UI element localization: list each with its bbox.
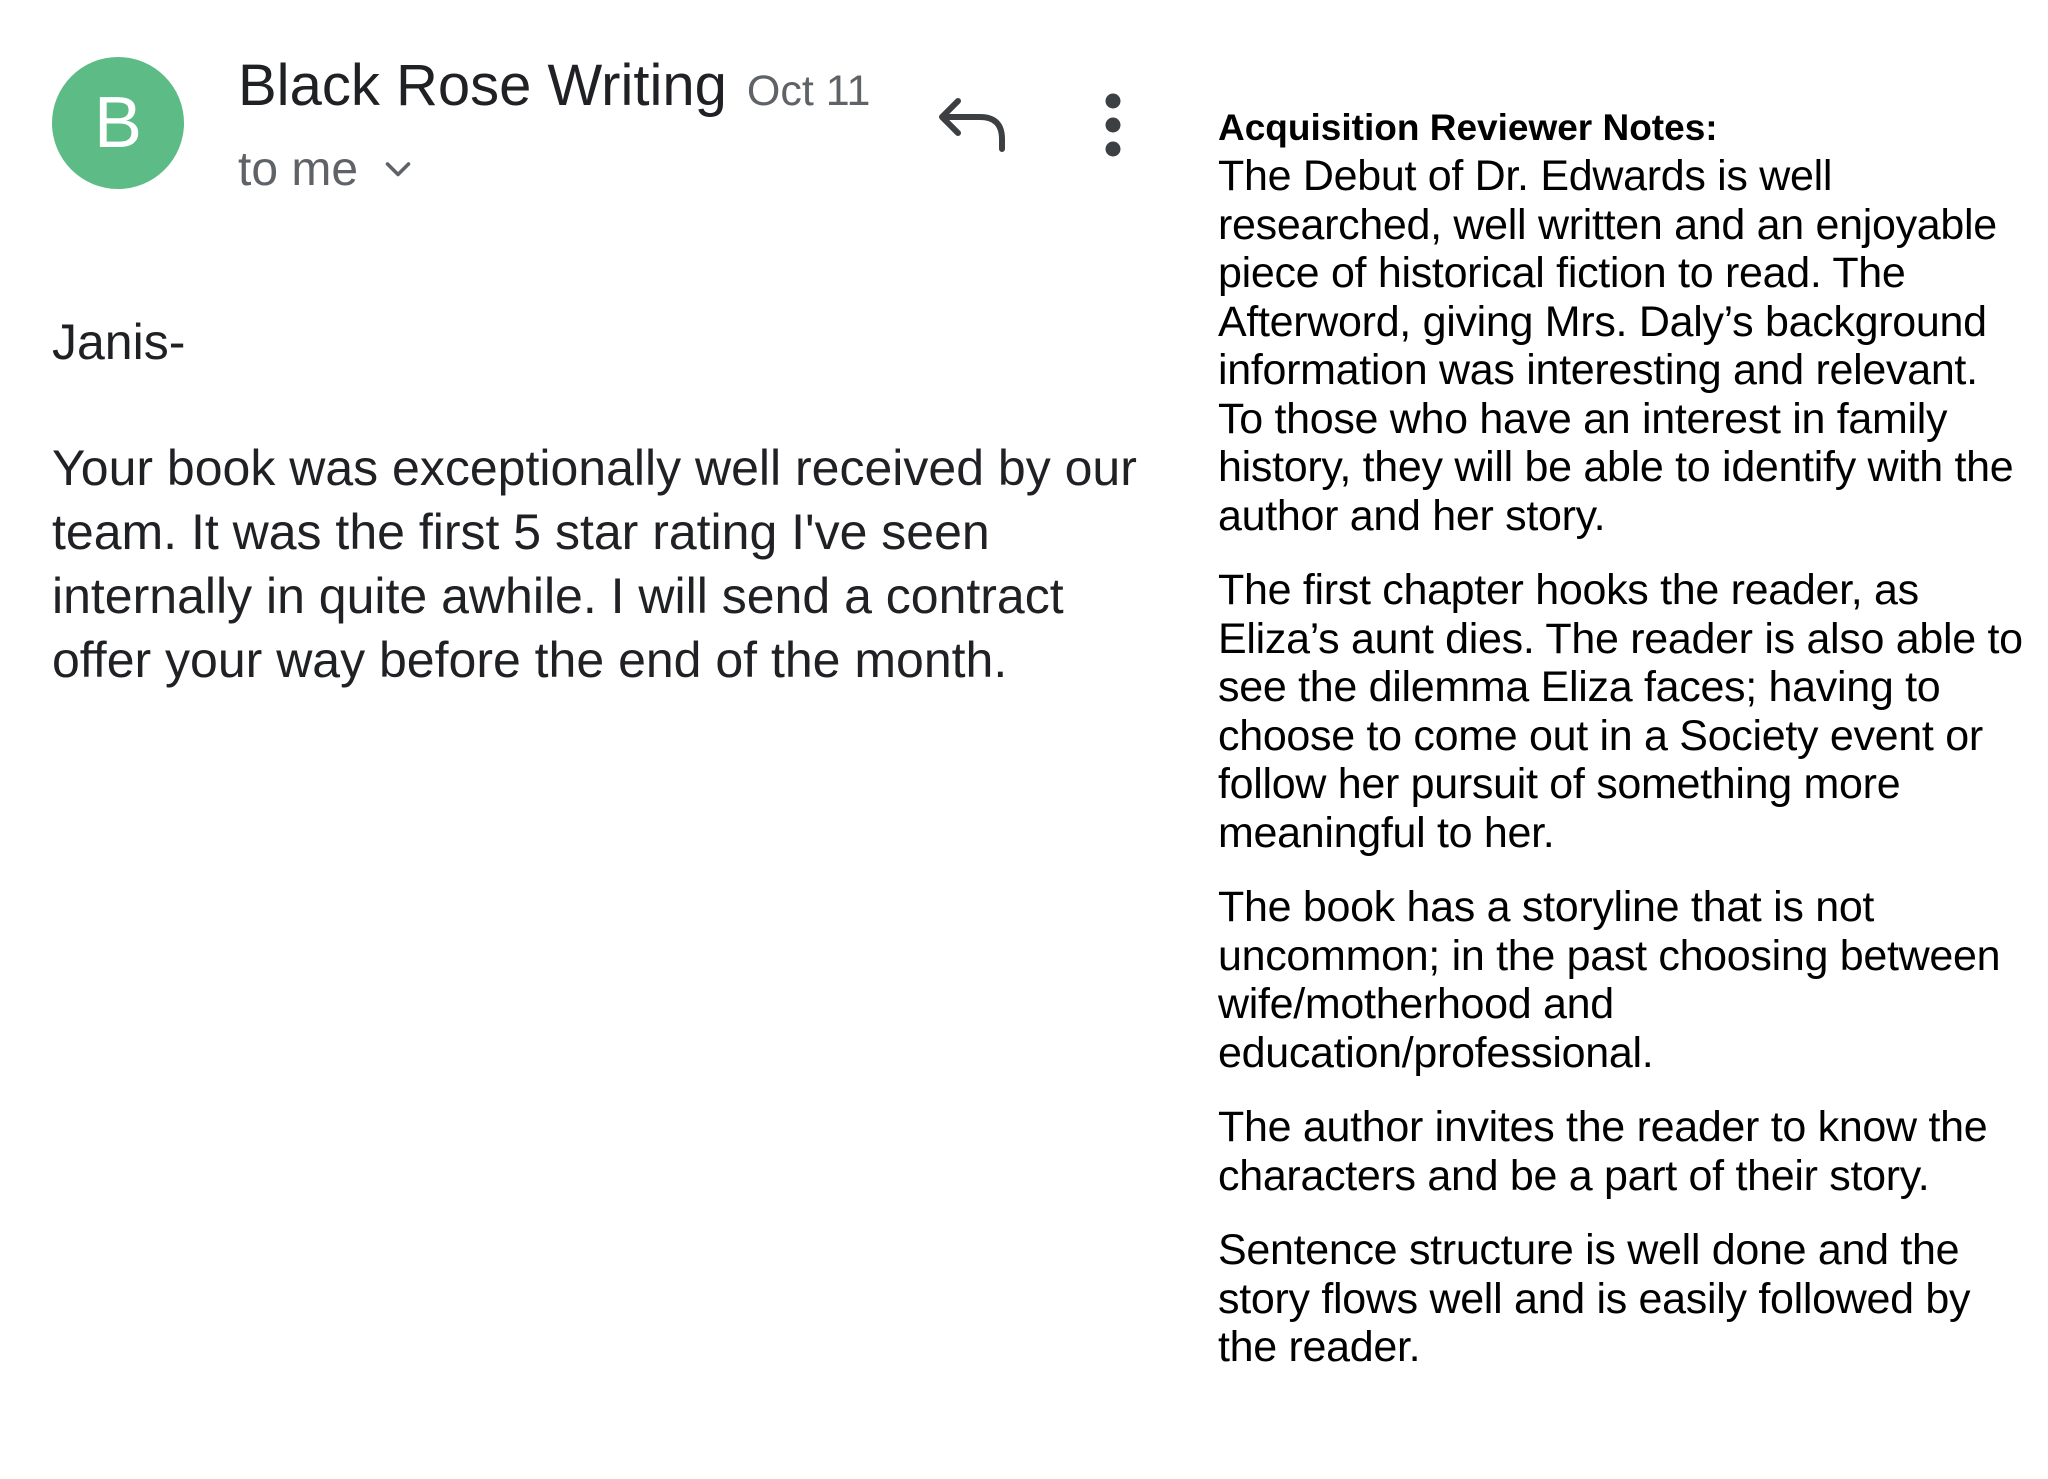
recipient-toggle[interactable]: to me (238, 142, 416, 197)
notes-paragraph: The first chapter hooks the reader, as E… (1218, 566, 2023, 857)
notes-paragraph: The book has a storyline that is not unc… (1218, 883, 2001, 1077)
reply-icon[interactable] (936, 95, 1008, 155)
notes-paragraph: Sentence structure is well done and the … (1218, 1226, 1971, 1371)
chevron-down-icon (385, 161, 411, 176)
email-body: Your book was exceptionally well receive… (52, 440, 1137, 688)
more-vert-icon[interactable] (1098, 92, 1128, 158)
recipient-label: to me (238, 143, 359, 196)
sender-avatar[interactable]: B (52, 57, 184, 189)
sender-row: Black Rose Writing Oct 11 (238, 52, 870, 119)
sender-name: Black Rose Writing (238, 53, 727, 118)
reviewer-notes: Acquisition Reviewer Notes: The Debut of… (1218, 104, 2033, 1398)
notes-paragraph: The author invites the reader to know th… (1218, 1103, 1988, 1200)
email-greeting: Janis- (52, 314, 186, 370)
notes-paragraph: The Debut of Dr. Edwards is well researc… (1218, 152, 2014, 540)
email-date: Oct 11 (746, 67, 871, 115)
notes-heading: Acquisition Reviewer Notes: (1218, 107, 1718, 148)
